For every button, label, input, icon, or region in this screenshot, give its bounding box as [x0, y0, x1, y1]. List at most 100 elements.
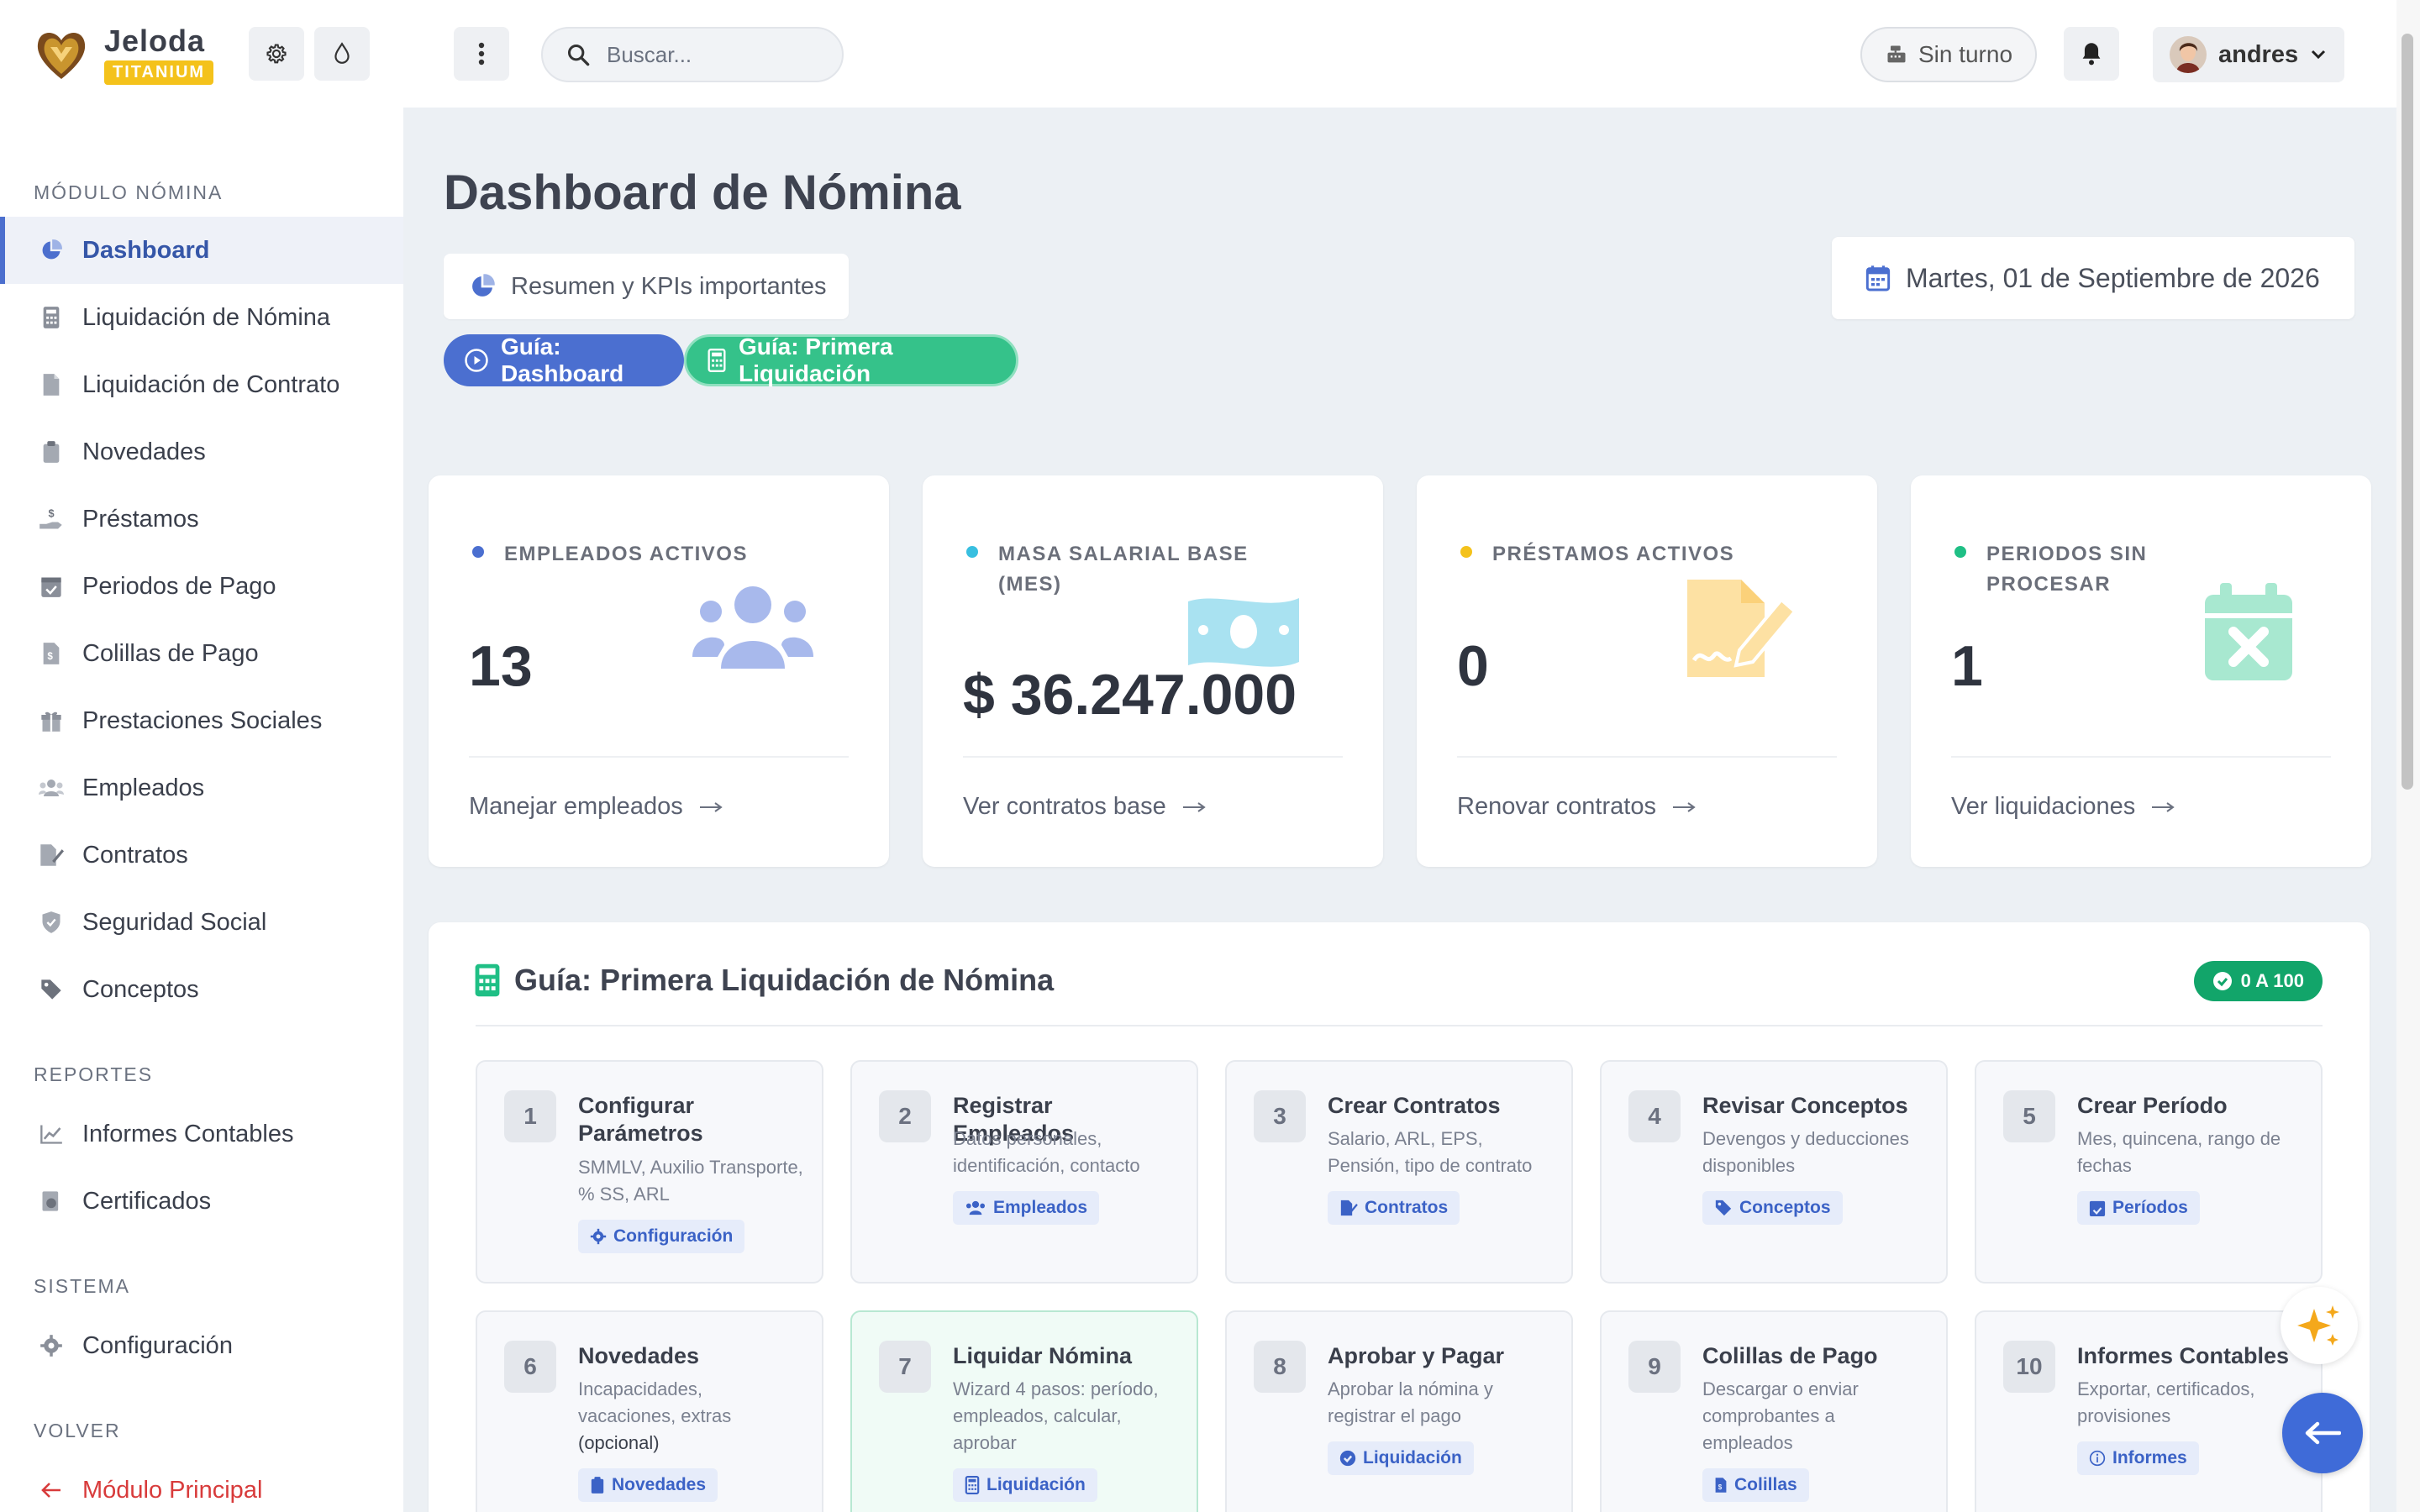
file-icon — [39, 372, 64, 397]
sidebar-item-label: Novedades — [82, 438, 206, 465]
sidebar-item-modulo-principal[interactable]: Módulo Principal — [0, 1457, 403, 1512]
bell-icon — [2080, 41, 2103, 66]
sidebar-item-liquidacion-nomina[interactable]: Liquidación de Nómina — [0, 284, 403, 351]
kpi-label: EMPLEADOS ACTIVOS — [504, 543, 748, 565]
invoice-icon: $ — [1714, 1476, 1728, 1494]
arrow-right-icon — [1671, 801, 1697, 814]
kpi-dot — [472, 546, 484, 558]
guide-step-1[interactable]: 1 Configurar Parámetros SMMLV, Auxilio T… — [476, 1060, 823, 1284]
step-link-colillas[interactable]: $ Colillas — [1702, 1468, 1809, 1502]
sidebar-item-novedades[interactable]: Novedades — [0, 418, 403, 486]
sidebar-item-configuracion[interactable]: Configuración — [0, 1312, 403, 1379]
sidebar-item-label: Prestaciones Sociales — [82, 706, 323, 734]
sidebar-item-label: Dashboard — [82, 236, 210, 264]
sidebar-item-label: Liquidación de Nómina — [82, 303, 331, 331]
svg-text:$: $ — [49, 508, 55, 520]
kpi-link-ver-contratos-base[interactable]: Ver contratos base — [963, 793, 1207, 821]
tags-icon — [1714, 1199, 1733, 1217]
guide-step-3[interactable]: 3 Crear Contratos Salario, ARL, EPS, Pen… — [1225, 1060, 1573, 1284]
gift-icon — [39, 708, 64, 733]
notifications-button[interactable] — [2064, 27, 2119, 81]
guide-step-5[interactable]: 5 Crear Período Mes, quincena, rango de … — [1975, 1060, 2323, 1284]
step-description: Incapacidades, vacaciones, extras — [578, 1378, 732, 1426]
calendar-x-icon — [2205, 583, 2292, 680]
shift-status-button[interactable]: Sin turno — [1860, 27, 2037, 82]
sidebar-item-seguridad-social[interactable]: Seguridad Social — [0, 889, 403, 956]
calendar-check-icon — [39, 574, 64, 599]
sidebar-item-informes-contables[interactable]: Informes Contables — [0, 1100, 403, 1168]
step-link-label: Empleados — [993, 1198, 1088, 1217]
guide-step-8[interactable]: 8 Aprobar y Pagar Aprobar la nómina y re… — [1225, 1310, 1573, 1512]
sidebar-item-label: Informes Contables — [82, 1120, 294, 1147]
guide-step-4[interactable]: 4 Revisar Conceptos Devengos y deduccion… — [1600, 1060, 1948, 1284]
sidebar-item-prestamos[interactable]: $ Préstamos — [0, 486, 403, 553]
step-number: 4 — [1628, 1090, 1681, 1142]
guide-first-payroll-button[interactable]: Guía: Primera Liquidación — [684, 333, 1018, 386]
guide-step-7[interactable]: 7 Liquidar Nómina Wizard 4 pasos: períod… — [850, 1310, 1198, 1512]
step-link-conceptos[interactable]: Conceptos — [1702, 1191, 1843, 1225]
brand[interactable]: Jeloda TITANIUM — [32, 24, 217, 86]
kpi-card-masa-salarial: MASA SALARIAL BASE (MES) $ 36.247.000 Ve… — [923, 475, 1383, 867]
kpi-link-manejar-empleados[interactable]: Manejar empleados — [469, 793, 723, 821]
brand-name: Jeloda — [104, 24, 206, 58]
guide-step-2[interactable]: 2 Registrar Empleados Datos personales, … — [850, 1060, 1198, 1284]
kpi-label: PRÉSTAMOS ACTIVOS — [1492, 543, 1735, 565]
step-link-liquidacion[interactable]: Liquidación — [953, 1468, 1097, 1502]
guide-step-10[interactable]: 10 Informes Contables Exportar, certific… — [1975, 1310, 2323, 1512]
guide-divider — [476, 1025, 2323, 1026]
step-link-empleados[interactable]: Empleados — [953, 1191, 1100, 1225]
ai-assistant-button[interactable] — [2281, 1287, 2358, 1364]
shield-icon — [39, 910, 64, 935]
sidebar-item-liquidacion-contrato[interactable]: Liquidación de Contrato — [0, 351, 403, 418]
step-link-configuracion[interactable]: Configuración — [578, 1220, 745, 1253]
sidebar-item-conceptos[interactable]: Conceptos — [0, 956, 403, 1023]
sidebar-item-empleados[interactable]: Empleados — [0, 754, 403, 822]
theme-button[interactable] — [314, 27, 370, 81]
step-link-informes[interactable]: Informes — [2077, 1441, 2199, 1475]
step-description: Descargar o enviar comprobantes a emplea… — [1702, 1378, 1859, 1453]
search-input[interactable] — [607, 41, 825, 68]
jeloda-logo-icon — [32, 25, 92, 86]
kpi-link-ver-liquidaciones[interactable]: Ver liquidaciones — [1951, 793, 2175, 821]
guide-dashboard-button[interactable]: Guía: Dashboard — [444, 333, 684, 386]
sidebar-item-certificados[interactable]: Certificados — [0, 1168, 403, 1235]
first-payroll-guide-panel: Guía: Primera Liquidación de Nómina 0 A … — [429, 922, 2370, 1512]
step-link-novedades[interactable]: Novedades — [578, 1468, 718, 1502]
sidebar-item-prestaciones-sociales[interactable]: Prestaciones Sociales — [0, 687, 403, 754]
file-signature-icon — [1339, 1200, 1358, 1216]
step-link-periodos[interactable]: Períodos — [2077, 1191, 2200, 1225]
search-box[interactable] — [541, 27, 844, 82]
money-bill-icon — [1185, 590, 1302, 674]
settings-button[interactable] — [249, 27, 304, 81]
kpi-dot — [1460, 546, 1472, 558]
sidebar-item-contratos[interactable]: Contratos — [0, 822, 403, 889]
kpi-card-prestamos: PRÉSTAMOS ACTIVOS 0 Renovar contratos — [1417, 475, 1877, 867]
step-link-label: Colillas — [1734, 1475, 1797, 1494]
page-title: Dashboard de Nómina — [444, 165, 961, 220]
step-link-label: Liquidación — [986, 1475, 1086, 1494]
sidebar-item-periodos-pago[interactable]: Periodos de Pago — [0, 553, 403, 620]
page-scrollbar-thumb[interactable] — [2402, 34, 2413, 790]
kpi-value: 1 — [1951, 634, 1983, 698]
arrow-right-icon — [1181, 801, 1207, 814]
user-menu[interactable]: andres — [2153, 27, 2344, 82]
step-link-liquidacion[interactable]: Liquidación — [1328, 1441, 1474, 1475]
kpi-link-label: Renovar contratos — [1457, 793, 1656, 820]
menu-button[interactable] — [454, 27, 509, 81]
cash-register-icon — [1885, 43, 1908, 66]
guide-step-9[interactable]: 9 Colillas de Pago Descargar o enviar co… — [1600, 1310, 1948, 1512]
kpi-link-label: Ver liquidaciones — [1951, 793, 2136, 820]
sidebar-item-dashboard[interactable]: Dashboard — [0, 217, 403, 284]
step-description: Salario, ARL, EPS, Pensión, tipo de cont… — [1328, 1128, 1533, 1176]
sidebar-item-colillas-pago[interactable]: $ Colillas de Pago — [0, 620, 403, 687]
back-button[interactable] — [2282, 1393, 2363, 1473]
clipboard-icon — [39, 439, 64, 465]
invoice-icon: $ — [39, 641, 64, 666]
step-link-contratos[interactable]: Contratos — [1328, 1191, 1460, 1225]
kpi-dot — [966, 546, 978, 558]
kpi-link-renovar-contratos[interactable]: Renovar contratos — [1457, 793, 1697, 821]
step-description: Aprobar la nómina y registrar el pago — [1328, 1378, 1493, 1426]
guide-step-6[interactable]: 6 Novedades Incapacidades, vacaciones, e… — [476, 1310, 823, 1512]
kpi-divider — [1457, 756, 1837, 758]
step-description: Exportar, certificados, provisiones — [2077, 1378, 2255, 1426]
